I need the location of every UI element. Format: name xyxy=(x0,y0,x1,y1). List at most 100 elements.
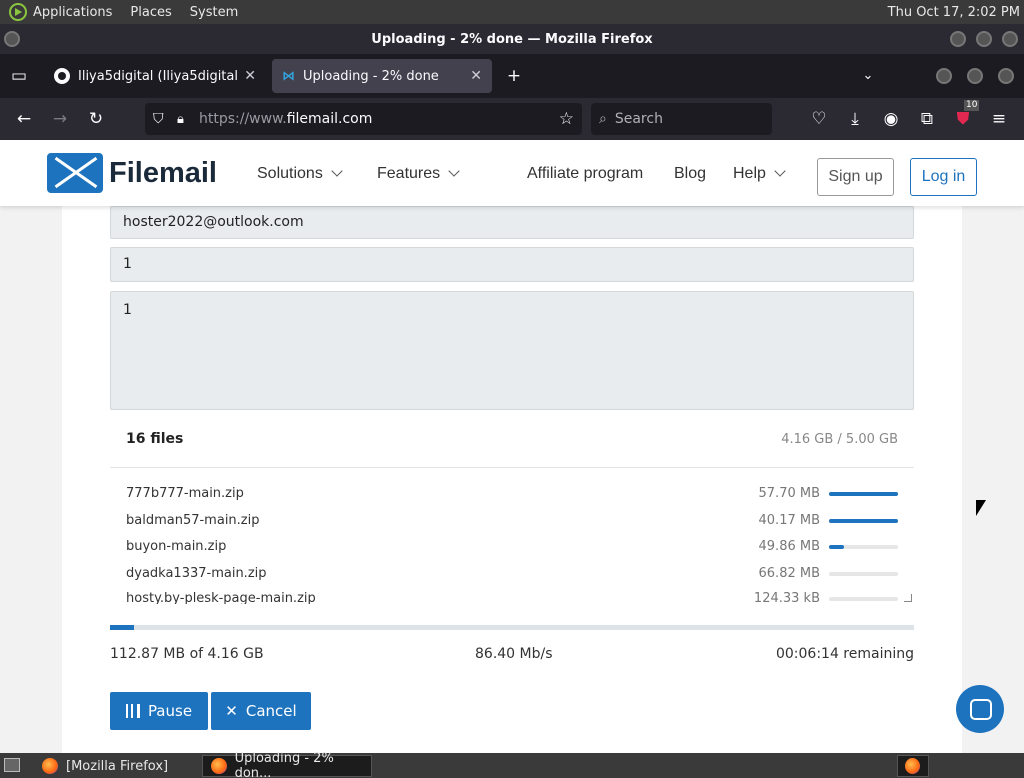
files-header: 16 files 4.16 GB / 5.00 GB xyxy=(110,410,914,468)
file-row: hosty.by-plesk-page-main.zip 124.33 kB xyxy=(110,587,914,604)
tab-uploading[interactable]: ⋈ Uploading - 2% done ✕ xyxy=(272,59,492,93)
files-count: 16 files xyxy=(126,431,184,447)
forward-icon[interactable]: → xyxy=(47,106,73,132)
menu-system[interactable]: System xyxy=(190,5,238,20)
extension-badge: 10 xyxy=(964,100,980,111)
extensions-icon[interactable]: ⧉ xyxy=(914,106,940,132)
taskbar-label: [Mozilla Firefox] xyxy=(66,758,169,774)
file-progress-bar xyxy=(829,572,898,576)
nav-features[interactable]: Features xyxy=(377,165,460,183)
taskbar: [Mozilla Firefox] Uploading - 2% don... xyxy=(0,751,1024,778)
window-menu-icon[interactable] xyxy=(4,31,20,47)
file-size: 124.33 kB xyxy=(753,591,820,604)
filemail-icon: ⋈ xyxy=(282,68,295,84)
file-name: buyon-main.zip xyxy=(126,539,227,554)
window-title: Uploading - 2% done — Mozilla Firefox xyxy=(371,31,653,47)
list-tabs-icon[interactable]: ⌄ xyxy=(855,63,881,89)
nav-blog[interactable]: Blog xyxy=(674,165,706,183)
account-icon[interactable]: ◉ xyxy=(878,106,904,132)
file-progress-fill xyxy=(829,492,898,496)
pause-button[interactable]: Pause xyxy=(110,692,208,730)
files-total-size: 4.16 GB / 5.00 GB xyxy=(781,432,898,447)
login-button[interactable]: Log in xyxy=(910,158,977,196)
file-size: 57.70 MB xyxy=(758,486,820,501)
file-progress-bar xyxy=(829,597,898,601)
subject-field[interactable]: 1 xyxy=(110,247,914,282)
file-progress-bar xyxy=(829,519,898,523)
page-viewport: Filemail Solutions Features Affiliate pr… xyxy=(0,140,1024,753)
firefox-icon xyxy=(905,758,920,774)
filemail-logo[interactable]: Filemail xyxy=(47,153,217,193)
file-progress-fill xyxy=(829,519,898,523)
clock[interactable]: Thu Oct 17, 2:02 PM xyxy=(888,5,1020,20)
menu-places[interactable]: Places xyxy=(130,5,171,20)
file-size: 49.86 MB xyxy=(758,539,820,554)
search-icon: ⌕ xyxy=(599,111,607,127)
tab-minimize-icon[interactable] xyxy=(936,68,952,84)
new-tab-icon[interactable]: + xyxy=(501,63,527,89)
show-desktop-icon[interactable] xyxy=(4,758,20,772)
message-field[interactable]: 1 xyxy=(110,291,914,410)
pocket-icon[interactable]: ♡ xyxy=(806,106,832,132)
cancel-button[interactable]: ✕ Cancel xyxy=(211,692,311,730)
file-list[interactable]: 777b777-main.zip 57.70 MB baldman57-main… xyxy=(110,480,914,604)
transferred-amount: 112.87 MB of 4.16 GB xyxy=(110,646,264,662)
close-tab-icon[interactable]: ✕ xyxy=(244,68,256,84)
reload-icon[interactable]: ↻ xyxy=(83,106,109,132)
firefox-icon xyxy=(42,758,58,774)
chat-icon[interactable] xyxy=(956,685,1004,733)
search-placeholder: Search xyxy=(614,111,663,127)
url-bar[interactable]: ⛉ 🔒︎ https://www. filemail.com ☆ xyxy=(145,103,582,135)
mouse-cursor-icon xyxy=(976,500,986,516)
cancel-label: Cancel xyxy=(245,702,297,720)
upload-progress-fill xyxy=(110,625,135,630)
os-logo-icon[interactable] xyxy=(9,3,27,21)
taskbar-firefox[interactable]: [Mozilla Firefox] xyxy=(34,755,194,777)
tab-close-icon[interactable] xyxy=(998,68,1014,84)
file-row: dyadka1337-main.zip 66.82 MB xyxy=(110,562,914,588)
tab-strip: ▭ Iliya5digital (Iliya5digital) / R ✕ ⋈ … xyxy=(0,54,1024,98)
site-header: Filemail Solutions Features Affiliate pr… xyxy=(0,140,1024,206)
github-icon xyxy=(54,68,70,84)
nav-solutions[interactable]: Solutions xyxy=(257,165,343,183)
time-remaining: 00:06:14 remaining xyxy=(775,646,914,662)
file-progress-bar xyxy=(829,492,898,496)
file-progress-bar xyxy=(829,545,898,549)
back-icon[interactable]: ← xyxy=(11,106,37,132)
signup-button[interactable]: Sign up xyxy=(817,158,894,196)
ublock-icon[interactable]: ⛊ 10 xyxy=(950,100,980,132)
email-field[interactable]: hoster2022@outlook.com xyxy=(110,206,914,239)
shield-icon[interactable]: ⛉ xyxy=(153,111,177,127)
tab-maximize-icon[interactable] xyxy=(967,68,983,84)
resize-handle-icon[interactable] xyxy=(904,594,912,602)
hamburger-menu-icon[interactable]: ≡ xyxy=(986,106,1012,132)
nav-help[interactable]: Help xyxy=(733,165,786,183)
taskbar-uploading[interactable]: Uploading - 2% don... xyxy=(202,751,372,778)
bookmark-star-icon[interactable]: ☆ xyxy=(559,109,574,129)
downloads-icon[interactable]: ⤓ xyxy=(842,106,868,132)
file-name: hosty.by-plesk-page-main.zip xyxy=(126,591,316,604)
chevron-down-icon xyxy=(774,165,786,177)
maximize-icon[interactable] xyxy=(976,31,992,47)
tab-github[interactable]: Iliya5digital (Iliya5digital) / R ✕ xyxy=(44,59,266,93)
pause-label: Pause xyxy=(147,702,193,720)
close-tab-icon[interactable]: ✕ xyxy=(470,68,482,84)
menu-applications[interactable]: Applications xyxy=(33,5,112,20)
file-name: dyadka1337-main.zip xyxy=(126,566,267,581)
pause-icon xyxy=(125,704,140,718)
lock-icon[interactable]: 🔒︎ xyxy=(177,112,199,127)
upload-progress-bar xyxy=(110,625,914,630)
minimize-icon[interactable] xyxy=(950,31,966,47)
chevron-down-icon xyxy=(448,165,460,177)
file-row: baldman57-main.zip 40.17 MB xyxy=(110,509,914,535)
url-domain: filemail.com xyxy=(286,111,373,127)
firefox-icon xyxy=(211,758,227,774)
upload-speed: 86.40 Mb/s xyxy=(475,646,553,662)
tray-firefox[interactable] xyxy=(897,755,929,777)
taskbar-label: Uploading - 2% don... xyxy=(234,751,334,778)
search-bar[interactable]: ⌕ Search xyxy=(591,103,772,135)
tab-overview-icon[interactable]: ▭ xyxy=(6,63,32,89)
chevron-down-icon xyxy=(331,165,343,177)
nav-affiliate[interactable]: Affiliate program xyxy=(527,165,643,183)
close-window-icon[interactable] xyxy=(1002,31,1018,47)
